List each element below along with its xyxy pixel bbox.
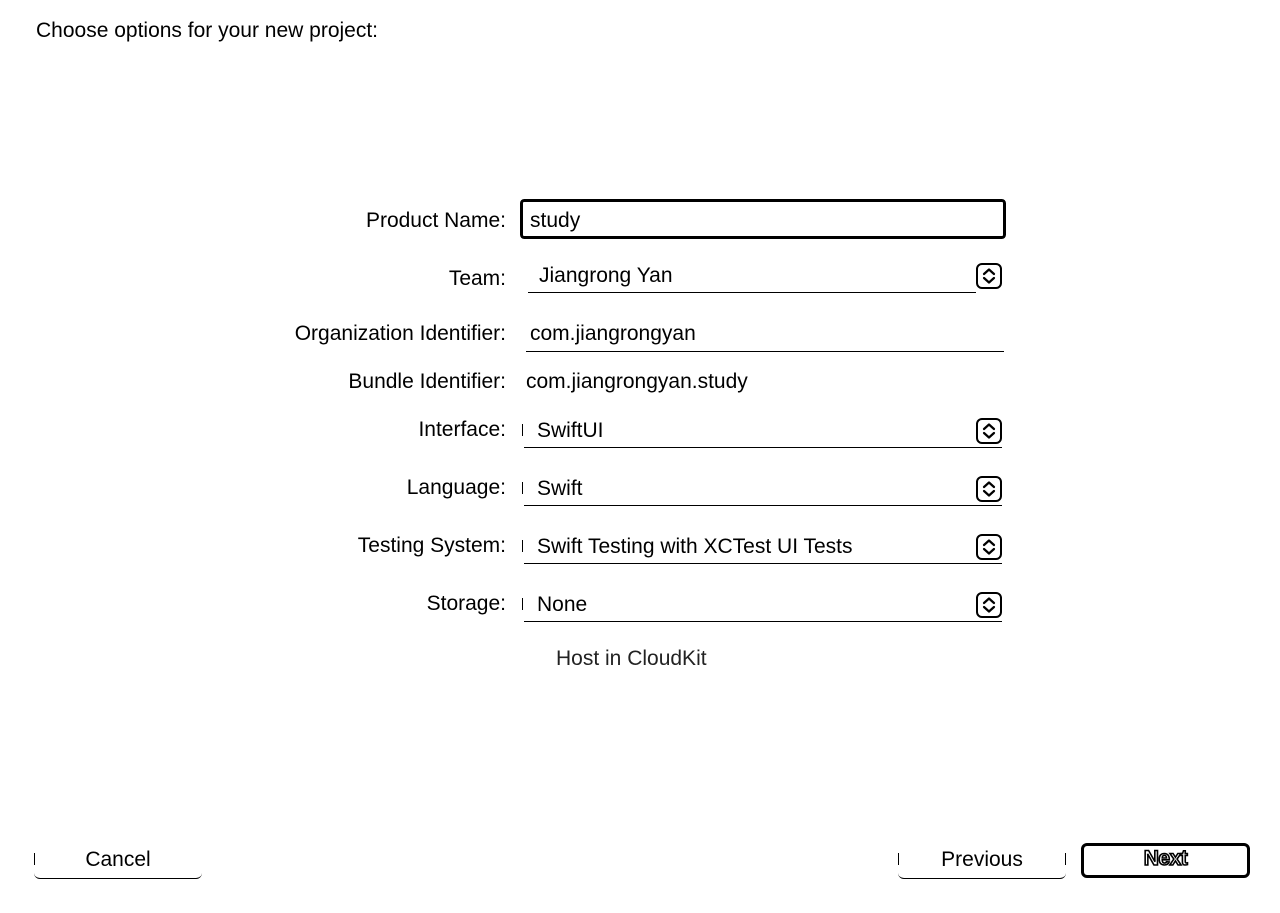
dialog-heading: Choose options for your new project: bbox=[36, 19, 379, 42]
organization-identifier-value: com.jiangrongyan bbox=[530, 322, 696, 345]
language-popup-underline bbox=[524, 505, 1002, 506]
testing-system-popup[interactable]: Swift Testing with XCTest UI Tests bbox=[522, 532, 1002, 564]
next-button[interactable]: Next bbox=[1081, 843, 1250, 878]
up-down-chevron-icon bbox=[976, 592, 1002, 618]
team-popup-underline bbox=[528, 292, 976, 293]
previous-button-label: Previous bbox=[941, 848, 1023, 871]
cancel-button[interactable]: Cancel bbox=[34, 845, 202, 879]
storage-popup-value: None bbox=[537, 593, 588, 616]
host-in-cloudkit-label: Host in CloudKit bbox=[556, 647, 707, 670]
interface-popup[interactable]: SwiftUI bbox=[522, 416, 1002, 448]
storage-label: Storage: bbox=[426, 592, 506, 615]
language-popup-value: Swift bbox=[537, 477, 583, 500]
up-down-chevron-icon bbox=[976, 476, 1002, 502]
storage-popup[interactable]: None bbox=[522, 590, 1002, 622]
testing-system-popup-underline bbox=[524, 563, 1002, 564]
interface-popup-underline bbox=[524, 447, 1002, 448]
product-name-value: study bbox=[530, 209, 581, 232]
testing-system-label: Testing System: bbox=[357, 534, 506, 557]
testing-system-popup-value: Swift Testing with XCTest UI Tests bbox=[537, 535, 853, 558]
team-label: Team: bbox=[448, 267, 506, 290]
bundle-identifier-label: Bundle Identifier: bbox=[348, 370, 506, 393]
organization-identifier-field[interactable]: com.jiangrongyan bbox=[526, 321, 1004, 352]
cancel-button-label: Cancel bbox=[85, 848, 151, 871]
up-down-chevron-icon bbox=[976, 263, 1002, 289]
popup-edge bbox=[522, 598, 523, 610]
team-popup-value: Jiangrong Yan bbox=[539, 264, 673, 287]
language-popup[interactable]: Swift bbox=[522, 474, 1002, 506]
interface-label: Interface: bbox=[418, 418, 506, 441]
organization-identifier-label: Organization Identifier: bbox=[294, 322, 506, 345]
product-name-field[interactable]: study bbox=[519, 198, 1007, 240]
host-in-cloudkit-checkbox[interactable] bbox=[524, 652, 542, 670]
storage-popup-underline bbox=[524, 621, 1002, 622]
product-name-label: Product Name: bbox=[365, 209, 506, 232]
bundle-identifier-value: com.jiangrongyan.study bbox=[526, 370, 748, 393]
language-label: Language: bbox=[406, 476, 506, 499]
next-button-label: Next bbox=[1143, 846, 1189, 871]
popup-edge bbox=[522, 424, 523, 436]
up-down-chevron-icon bbox=[976, 418, 1002, 444]
popup-edge bbox=[522, 482, 523, 494]
new-project-options-dialog: Choose options for your new project: Pro… bbox=[0, 0, 1280, 913]
team-popup[interactable]: Jiangrong Yan bbox=[526, 261, 1002, 293]
previous-button[interactable]: Previous bbox=[898, 845, 1066, 879]
up-down-chevron-icon bbox=[976, 534, 1002, 560]
interface-popup-value: SwiftUI bbox=[537, 419, 604, 442]
popup-edge bbox=[522, 540, 523, 552]
